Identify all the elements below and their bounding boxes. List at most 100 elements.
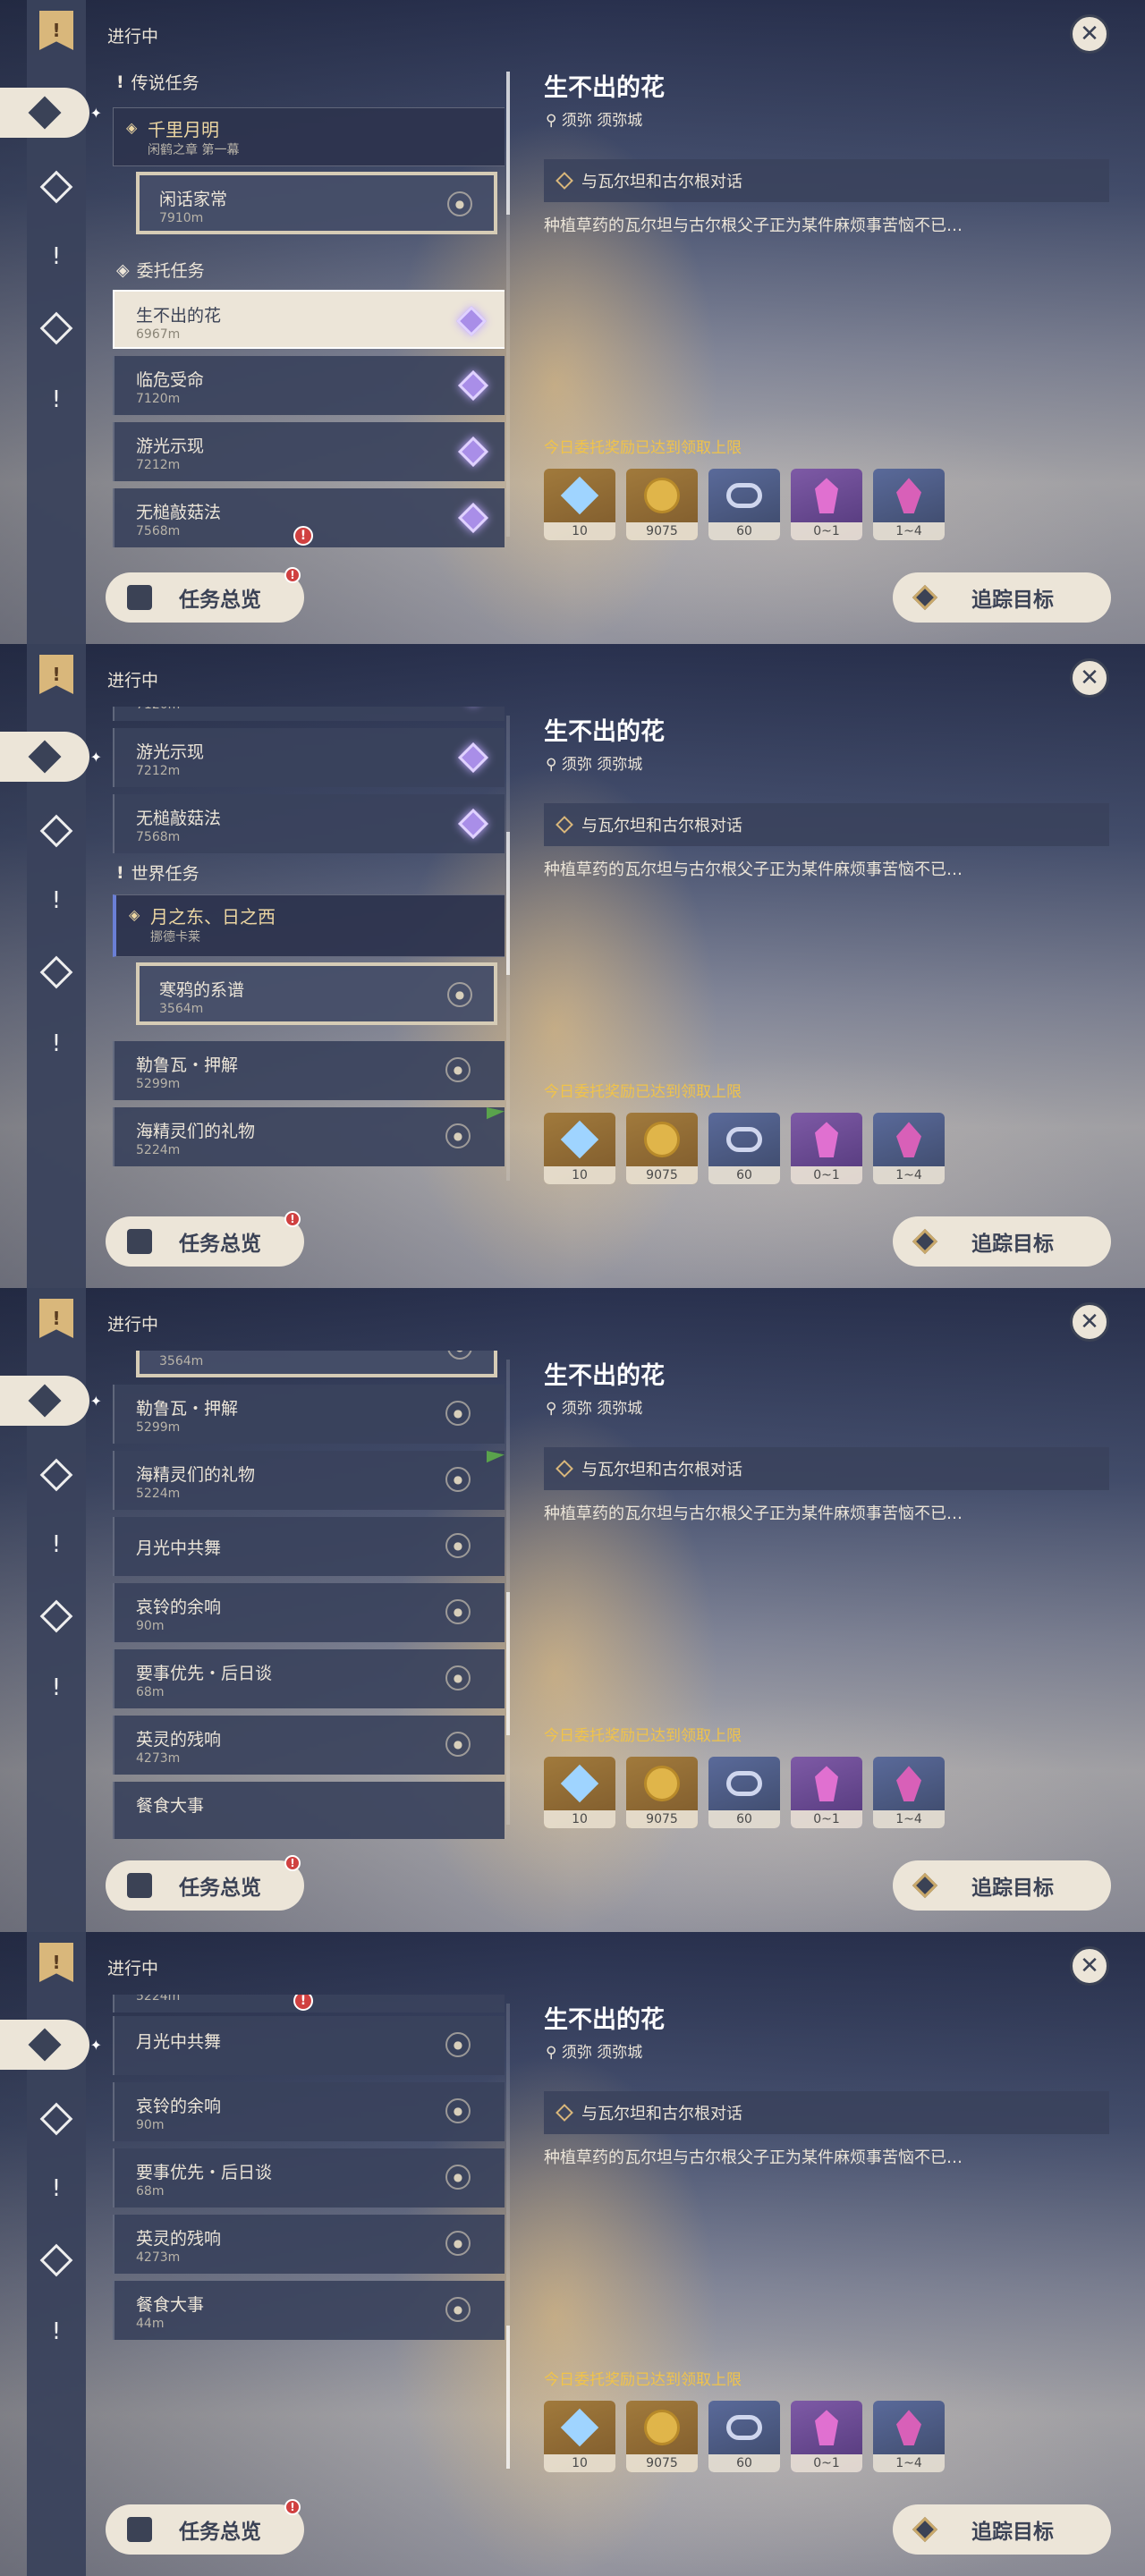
nav-archon-quests[interactable] — [36, 166, 77, 208]
quest-world-4[interactable]: 哀铃的余响 90m ● — [113, 1583, 505, 1642]
nav-story-quests[interactable]: ! — [36, 236, 77, 277]
map-pin-icon[interactable]: ● — [445, 2098, 471, 2123]
quest-world-4[interactable]: 哀铃的余响 90m ● — [113, 2082, 505, 2141]
quest-world-sub[interactable]: 寒鸦的系谱 3564m ● — [136, 962, 497, 1025]
reward-mora[interactable]: 9075 — [626, 1757, 698, 1828]
reward-mora[interactable]: 9075 — [626, 2401, 698, 2472]
reward-crystal[interactable]: 0~1 — [791, 469, 862, 540]
nav-all-quests[interactable] — [0, 1376, 102, 1426]
reward-crystal[interactable]: 0~1 — [791, 2401, 862, 2472]
reward-companionship[interactable]: 60 — [708, 469, 780, 540]
quest-world-6[interactable]: 英灵的残响 4273m ● — [113, 2215, 505, 2274]
quest-world-7[interactable]: 餐食大事 44m ● — [113, 2281, 505, 2340]
quest-commission-3[interactable]: 游光示现 7212m — [113, 422, 505, 481]
map-pin-icon[interactable]: ● — [445, 1599, 471, 1624]
quest-world-1[interactable]: 勒鲁瓦・押解 5299m ● — [113, 1385, 505, 1444]
quest-world-5[interactable]: 要事优先・后日谈 68m ● — [113, 1649, 505, 1708]
map-pin-icon[interactable]: ● — [445, 2231, 471, 2256]
map-pin-icon[interactable]: ● — [445, 1467, 471, 1492]
reward-companionship[interactable]: 60 — [708, 1113, 780, 1184]
reward-primogem[interactable]: 10 — [544, 1113, 615, 1184]
nav-archon-quests[interactable] — [36, 810, 77, 852]
quest-world-7[interactable]: 餐食大事 — [113, 1782, 505, 1839]
nav-all-quests[interactable] — [0, 732, 102, 782]
map-pin-icon[interactable]: ● — [445, 1401, 471, 1426]
quest-world-1[interactable]: 勒鲁瓦・押解 5299m ● — [113, 1041, 505, 1100]
quest-overview-button[interactable]: 任务总览! — [106, 1855, 304, 1911]
nav-commissions[interactable] — [36, 952, 77, 993]
map-pin-icon[interactable]: ● — [445, 2032, 471, 2057]
quest-world-6[interactable]: 英灵的残响 4273m ● — [113, 1716, 505, 1775]
quest-world-2[interactable]: 海精灵们的礼物 5224m ● — [113, 1451, 505, 1510]
list-scrollbar[interactable] — [506, 716, 510, 1181]
track-objective-button[interactable]: 追踪目标 — [893, 2504, 1111, 2555]
map-pin-icon[interactable]: ● — [445, 1732, 471, 1757]
track-objective-button[interactable]: 追踪目标 — [893, 1860, 1111, 1911]
nav-archon-quests[interactable] — [36, 2098, 77, 2140]
reward-mora[interactable]: 9075 — [626, 1113, 698, 1184]
reward-primogem[interactable]: 10 — [544, 469, 615, 540]
nav-story-quests[interactable]: ! — [36, 2168, 77, 2209]
quest-world-3[interactable]: 月光中共舞 ● — [113, 2016, 505, 2075]
nav-world-quests[interactable]: ! — [36, 379, 77, 420]
quest-world-sub[interactable]: 寒鸦的系谱 3564m ● — [136, 1351, 497, 1377]
map-pin-icon[interactable]: ● — [447, 191, 472, 216]
quest-overview-button[interactable]: 任务总览! — [106, 1211, 304, 1267]
map-pin-icon[interactable]: ● — [445, 2165, 471, 2190]
nav-archon-quests[interactable] — [36, 1454, 77, 1496]
quest-commission-1[interactable]: 生不出的花 6967m — [113, 290, 505, 349]
nav-world-quests[interactable]: ! — [36, 1023, 77, 1064]
reward-mora[interactable]: 9075 — [626, 469, 698, 540]
nav-story-quests[interactable]: ! — [36, 880, 77, 921]
quest-world-3[interactable]: 月光中共舞 ● — [113, 1517, 505, 1576]
close-button[interactable]: ✕ — [1070, 1302, 1109, 1342]
quest-commission-2[interactable]: 临危受命7120m — [113, 356, 505, 415]
objective-icon — [556, 816, 573, 834]
quest-world-main[interactable]: ◈ 月之东、日之西 挪德卡莱 — [113, 894, 505, 957]
quest-commission-4[interactable]: 无槌敲菇法 7568m — [113, 794, 505, 853]
nav-commissions[interactable] — [36, 2240, 77, 2281]
quest-world-5[interactable]: 要事优先・后日谈 68m ● — [113, 2148, 505, 2207]
quest-overview-button[interactable]: 任务总览! — [106, 567, 304, 623]
nav-commissions[interactable] — [36, 1596, 77, 1637]
list-scrollbar[interactable] — [506, 2004, 510, 2469]
quest-overview-button[interactable]: 任务总览! — [106, 2499, 304, 2555]
map-pin-icon[interactable]: ● — [445, 1533, 471, 1558]
track-objective-button[interactable]: 追踪目标 — [893, 1216, 1111, 1267]
quest-commission-2[interactable]: 临危受命7120m — [113, 707, 505, 721]
map-pin-icon[interactable]: ● — [445, 1123, 471, 1148]
reward-crystal-pink[interactable]: 1~4 — [873, 1113, 945, 1184]
reward-crystal-pink[interactable]: 1~4 — [873, 2401, 945, 2472]
reward-companionship[interactable]: 60 — [708, 2401, 780, 2472]
quest-commission-3[interactable]: 游光示现 7212m — [113, 728, 505, 787]
reward-primogem[interactable]: 10 — [544, 2401, 615, 2472]
quest-legend-sub[interactable]: 闲话家常 7910m ● — [136, 172, 497, 234]
reward-crystal-pink[interactable]: 1~4 — [873, 1757, 945, 1828]
quest-commission-4[interactable]: 无槌敲菇法 7568m ! — [113, 488, 505, 547]
map-pin-icon[interactable]: ● — [445, 1057, 471, 1082]
reward-primogem[interactable]: 10 — [544, 1757, 615, 1828]
reward-crystal[interactable]: 0~1 — [791, 1757, 862, 1828]
nav-story-quests[interactable]: ! — [36, 1524, 77, 1565]
close-button[interactable]: ✕ — [1070, 1946, 1109, 1986]
reward-crystal[interactable]: 0~1 — [791, 1113, 862, 1184]
track-objective-button[interactable]: 追踪目标 — [893, 572, 1111, 623]
close-button[interactable]: ✕ — [1070, 14, 1109, 54]
map-pin-icon[interactable]: ● — [445, 2297, 471, 2322]
nav-all-quests[interactable] — [0, 88, 102, 138]
map-pin-icon[interactable]: ● — [445, 1665, 471, 1690]
nav-commissions[interactable] — [36, 308, 77, 349]
quest-legend-main[interactable]: ◈ 千里月明 闲鹤之章 第一幕 — [113, 107, 505, 166]
nav-all-quests[interactable] — [0, 2020, 102, 2070]
map-pin-icon[interactable]: ● — [447, 982, 472, 1007]
nav-world-quests[interactable]: ! — [36, 2311, 77, 2352]
reward-companionship[interactable]: 60 — [708, 1757, 780, 1828]
list-scrollbar[interactable] — [506, 72, 510, 537]
map-pin-icon[interactable]: ● — [447, 1351, 472, 1360]
reward-crystal-pink[interactable]: 1~4 — [873, 469, 945, 540]
list-scrollbar[interactable] — [506, 1360, 510, 1825]
close-button[interactable]: ✕ — [1070, 658, 1109, 698]
quest-world-2[interactable]: 海精灵们的礼物5224m ! — [113, 1995, 505, 2012]
nav-world-quests[interactable]: ! — [36, 1667, 77, 1708]
quest-world-2[interactable]: 海精灵们的礼物 5224m ● — [113, 1107, 505, 1166]
